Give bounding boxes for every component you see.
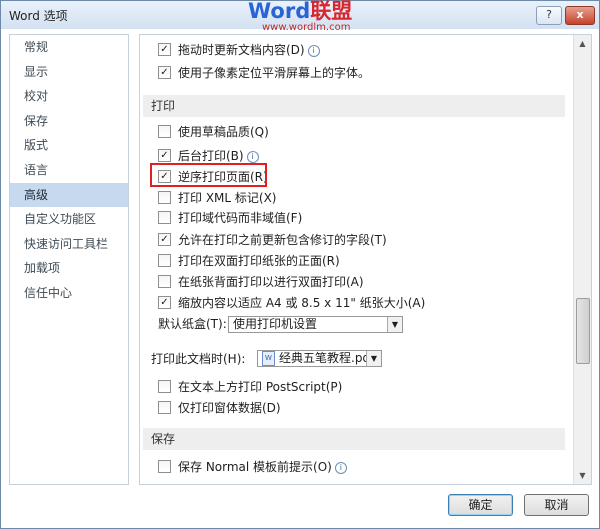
select-value: 经典五笔教程.pdf (279, 351, 375, 365)
checkbox-unchecked[interactable] (158, 191, 171, 204)
info-icon: i (334, 461, 347, 474)
help-button[interactable]: ? (536, 6, 562, 25)
sidebar-item[interactable]: 版式 (10, 133, 128, 158)
vertical-scrollbar[interactable]: ▲ ▼ (573, 35, 591, 484)
checkbox-option[interactable]: 保存 Normal 模板前提示(O) i (158, 459, 347, 476)
checkbox-option[interactable]: 在纸张背面打印以进行双面打印(A) (158, 274, 364, 291)
checkbox-checked[interactable]: ✓ (158, 233, 171, 246)
option-label: 打印域代码而非域值(F) (178, 211, 303, 225)
option-label: 打印 XML 标记(X) (178, 191, 277, 205)
checkbox-option[interactable]: 在文本上方打印 PostScript(P) (158, 379, 342, 396)
option-label: 仅打印窗体数据(D) (178, 401, 281, 415)
watermark-brand-a: Word (248, 0, 311, 23)
sidebar: 常规 显示 校对 保存 版式 语言 高级 自定义功能区 快速访问工具栏 加载项 信任中心 (9, 34, 129, 485)
sidebar-item[interactable]: 高级 (10, 182, 128, 208)
close-icon: x (576, 8, 584, 21)
field-label: 打印此文档时(H): (151, 352, 246, 366)
sidebar-item[interactable]: 常规 (10, 35, 128, 60)
checkbox-option[interactable]: ✓ 拖动时更新文档内容(D) i (158, 42, 320, 59)
sidebar-item[interactable]: 校对 (10, 84, 128, 109)
checkbox-unchecked[interactable] (158, 460, 171, 473)
option-label: 保存 Normal 模板前提示(O) (178, 460, 332, 474)
checkbox-unchecked[interactable] (158, 380, 171, 393)
title-bar: Word 选项 Word联盟 www.wordlm.com ? x (1, 0, 599, 33)
highlight-box (150, 163, 267, 187)
scroll-thumb[interactable] (576, 298, 590, 364)
checkbox-option[interactable]: 使用草稿品质(Q) (158, 124, 269, 141)
watermark-logo: Word联盟 www.wordlm.com (248, 0, 352, 33)
checkbox-option[interactable]: 打印域代码而非域值(F) (158, 210, 302, 227)
watermark-brand-b: 联盟 (310, 0, 353, 23)
sidebar-item[interactable]: 显示 (10, 60, 128, 85)
document-select[interactable]: W 经典五笔教程.pdf ▼ (257, 350, 382, 367)
close-button[interactable]: x (565, 6, 595, 25)
cancel-button[interactable]: 取消 (524, 494, 589, 516)
tray-select[interactable]: 使用打印机设置 ▼ (228, 316, 403, 333)
option-label: 拖动时更新文档内容(D) (178, 43, 305, 57)
info-icon: i (307, 44, 320, 57)
option-label: 缩放内容以适应 A4 或 8.5 x 11" 纸张大小(A) (178, 296, 426, 310)
checkbox-unchecked[interactable] (158, 275, 171, 288)
select-value: 使用打印机设置 (233, 317, 318, 331)
options-content: ▲ ▼ ✓ 拖动时更新文档内容(D) i ✓ 使用子像素定位平滑屏幕上的字体。 打印 使用草… (139, 34, 592, 485)
option-label: 打印在双面打印纸张的正面(R) (178, 254, 340, 268)
checkbox-unchecked[interactable] (158, 211, 171, 224)
checkbox-unchecked[interactable] (158, 401, 171, 414)
window-title: Word 选项 (9, 9, 68, 23)
dropdown-arrow-icon[interactable]: ▼ (366, 351, 381, 366)
option-label: 后台打印(B) (178, 149, 244, 163)
checkbox-unchecked[interactable] (158, 125, 171, 138)
checkbox-option[interactable]: 打印在双面打印纸张的正面(R) (158, 253, 340, 270)
info-icon: i (246, 150, 259, 163)
checkbox-checked[interactable]: ✓ (158, 43, 171, 56)
sidebar-item[interactable]: 信任中心 (10, 281, 128, 306)
checkbox-checked[interactable]: ✓ (158, 149, 171, 162)
option-label: 使用草稿品质(Q) (178, 125, 269, 139)
dropdown-arrow-icon[interactable]: ▼ (387, 317, 402, 332)
option-label: 使用子像素定位平滑屏幕上的字体。 (178, 66, 371, 80)
field-label: 默认纸盒(T): (158, 317, 227, 331)
options-dialog: Word 选项 Word联盟 www.wordlm.com ? x 常规 显示 校对… (0, 0, 600, 529)
sidebar-item[interactable]: 自定义功能区 (10, 207, 128, 232)
ok-button[interactable]: 确定 (448, 494, 513, 516)
checkbox-checked[interactable]: ✓ (158, 296, 171, 309)
section-header: 保存 (143, 428, 565, 450)
section-header: 打印 (143, 95, 565, 117)
sidebar-item[interactable]: 语言 (10, 158, 128, 183)
sidebar-item[interactable]: 保存 (10, 109, 128, 134)
checkbox-unchecked[interactable] (158, 254, 171, 267)
checkbox-checked[interactable]: ✓ (158, 66, 171, 79)
scroll-up-icon[interactable]: ▲ (574, 35, 591, 52)
document-icon: W (262, 351, 275, 366)
sidebar-item[interactable]: 快速访问工具栏 (10, 232, 128, 257)
option-label: 在文本上方打印 PostScript(P) (178, 380, 343, 394)
scroll-down-icon[interactable]: ▼ (574, 467, 591, 484)
checkbox-option[interactable]: 仅打印窗体数据(D) (158, 400, 281, 417)
option-label: 允许在打印之前更新包含修订的字段(T) (178, 233, 387, 247)
checkbox-option[interactable]: 打印 XML 标记(X) (158, 190, 276, 207)
checkbox-option[interactable]: ✓ 缩放内容以适应 A4 或 8.5 x 11" 纸张大小(A) (158, 295, 425, 312)
option-label: 在纸张背面打印以进行双面打印(A) (178, 275, 364, 289)
checkbox-option[interactable]: ✓ 允许在打印之前更新包含修订的字段(T) (158, 232, 387, 249)
sidebar-item[interactable]: 加载项 (10, 256, 128, 281)
help-icon: ? (546, 8, 552, 21)
checkbox-option[interactable]: ✓ 使用子像素定位平滑屏幕上的字体。 (158, 65, 370, 82)
watermark-url: www.wordlm.com (262, 22, 351, 33)
